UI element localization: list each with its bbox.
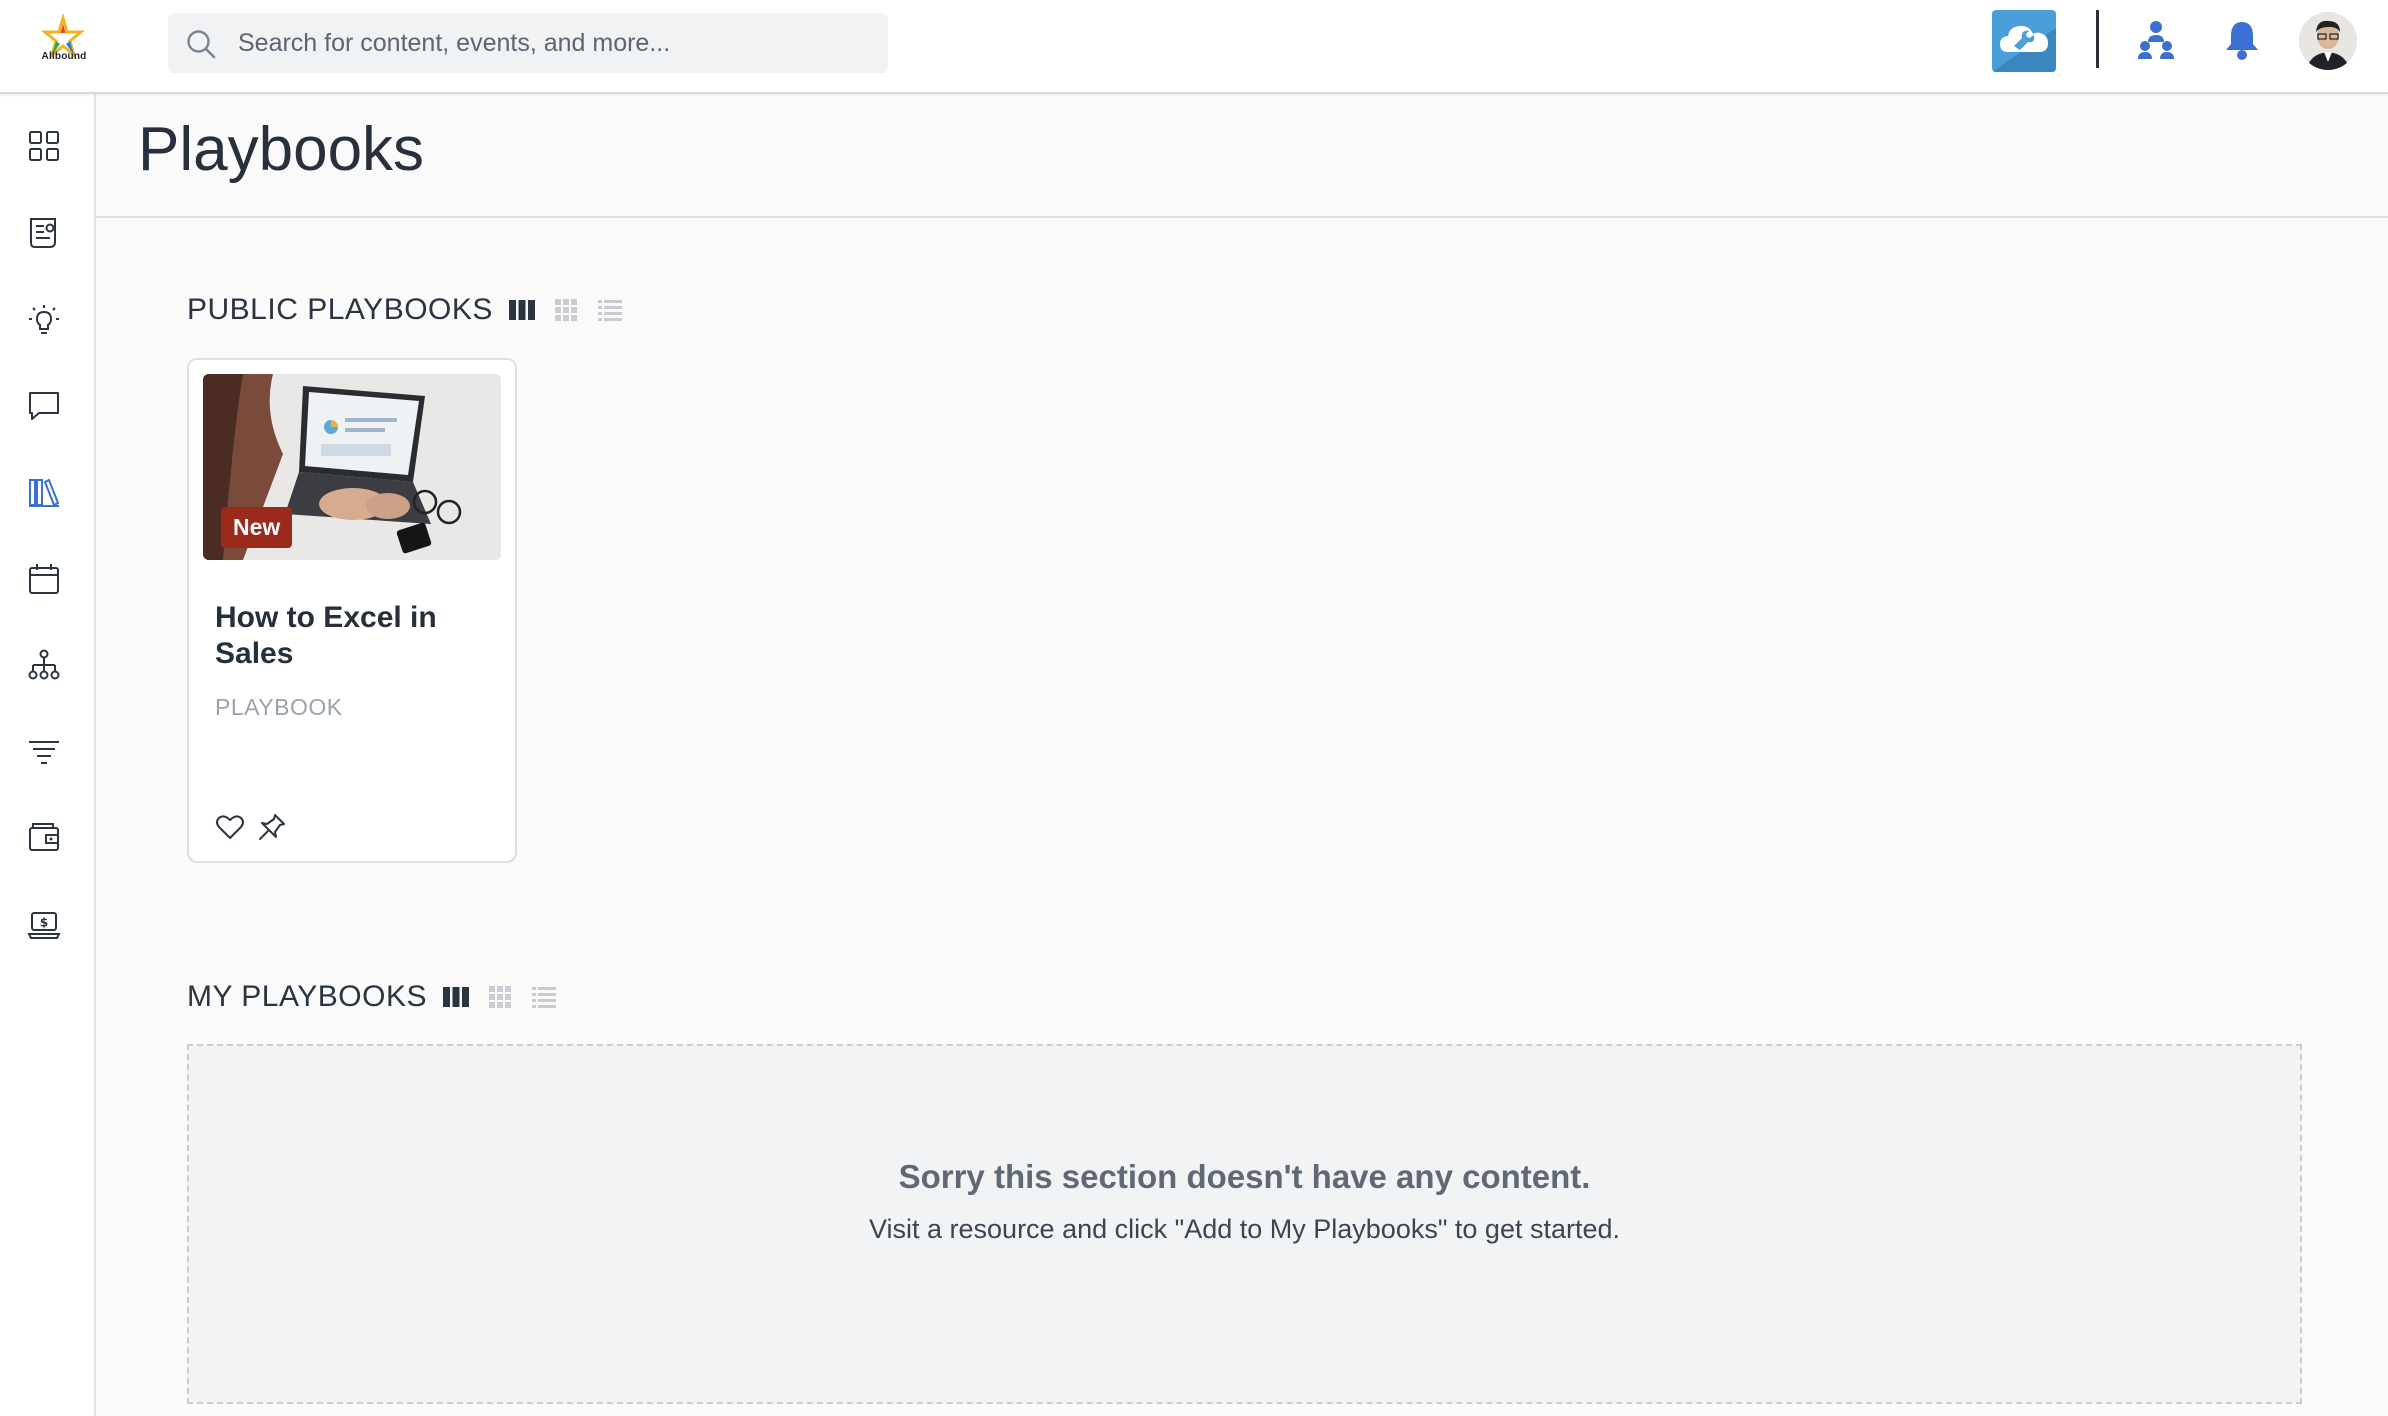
columns-view-icon: [442, 987, 469, 1007]
sidebar-item-news[interactable]: [22, 211, 66, 255]
toolbar-divider: [2096, 10, 2099, 68]
view-grid-button[interactable]: [485, 983, 515, 1011]
cloud-wrench-icon: [1992, 26, 2056, 72]
sidebar-item-messages[interactable]: [22, 384, 66, 428]
card-actions: [213, 810, 297, 844]
search-input[interactable]: [238, 13, 878, 73]
top-bar: Allbound: [0, 0, 2388, 94]
section-title-mine: MY PLAYBOOKS: [187, 980, 427, 1013]
user-avatar[interactable]: [2299, 12, 2357, 70]
search-bar: [168, 13, 888, 73]
my-playbooks-header: MY PLAYBOOKS: [187, 977, 559, 1017]
partner-org-button[interactable]: [2136, 18, 2176, 62]
empty-state: Sorry this section doesn't have any cont…: [187, 1044, 2302, 1404]
news-icon: [30, 218, 56, 248]
public-playbooks-header: PUBLIC PLAYBOOKS: [187, 290, 625, 330]
svg-text:$: $: [40, 916, 48, 930]
sidebar-item-funnel[interactable]: [22, 729, 66, 773]
empty-state-title: Sorry this section doesn't have any cont…: [898, 1158, 1591, 1195]
page-title: Playbooks: [138, 115, 425, 184]
empty-state-message: Visit a resource and click "Add to My Pl…: [868, 1214, 1621, 1244]
playbook-title[interactable]: How to Excel in Sales: [215, 600, 495, 672]
playbook-card[interactable]: New How to Excel in Sales PLAYBOOK: [187, 358, 517, 863]
sidebar-item-library[interactable]: [22, 470, 66, 514]
playbook-thumbnail: New: [203, 374, 501, 560]
dashboard-icon: [29, 131, 59, 161]
cloud-tools-button[interactable]: [1992, 10, 2056, 72]
search-icon: [187, 30, 216, 59]
calendar-icon: [29, 564, 59, 594]
sidebar-item-partners[interactable]: [22, 643, 66, 687]
list-view-icon: [531, 987, 556, 1008]
view-list-button[interactable]: [595, 296, 625, 324]
favorite-button[interactable]: [213, 810, 247, 844]
sidebar: $: [0, 94, 96, 1416]
sidebar-item-ideas[interactable]: [22, 298, 66, 342]
view-columns-button[interactable]: [441, 983, 471, 1011]
pin-icon: [259, 814, 285, 840]
section-title-public: PUBLIC PLAYBOOKS: [187, 293, 493, 326]
grid-view-icon: [488, 986, 511, 1008]
playbook-type: PLAYBOOK: [215, 694, 343, 720]
sidebar-item-wallet[interactable]: [22, 815, 66, 859]
filter-icon: [29, 741, 59, 764]
pin-button[interactable]: [255, 810, 289, 844]
columns-view-icon: [508, 300, 535, 320]
bell-icon: [2226, 22, 2258, 60]
wallet-icon: [29, 823, 59, 851]
people-icon: [2138, 21, 2174, 59]
page-header: Playbooks: [96, 94, 2388, 218]
sidebar-item-events[interactable]: [22, 557, 66, 601]
view-list-button[interactable]: [529, 983, 559, 1011]
view-grid-button[interactable]: [551, 296, 581, 324]
notifications-button[interactable]: [2222, 18, 2262, 62]
avatar-photo-icon: [2299, 12, 2357, 70]
org-chart-icon: [28, 649, 60, 680]
sidebar-item-dashboard[interactable]: [22, 124, 66, 168]
lightbulb-icon: [29, 305, 59, 334]
sidebar-item-deals[interactable]: $: [22, 902, 66, 946]
chat-icon: [29, 392, 59, 420]
laptop-dollar-icon: $: [27, 912, 61, 939]
view-columns-button[interactable]: [507, 296, 537, 324]
heart-icon: [216, 815, 244, 839]
list-view-icon: [597, 300, 622, 321]
new-badge: New: [221, 507, 293, 548]
library-icon: [29, 478, 60, 507]
grid-view-icon: [554, 299, 577, 321]
logo-wordmark: Allbound: [41, 51, 87, 62]
